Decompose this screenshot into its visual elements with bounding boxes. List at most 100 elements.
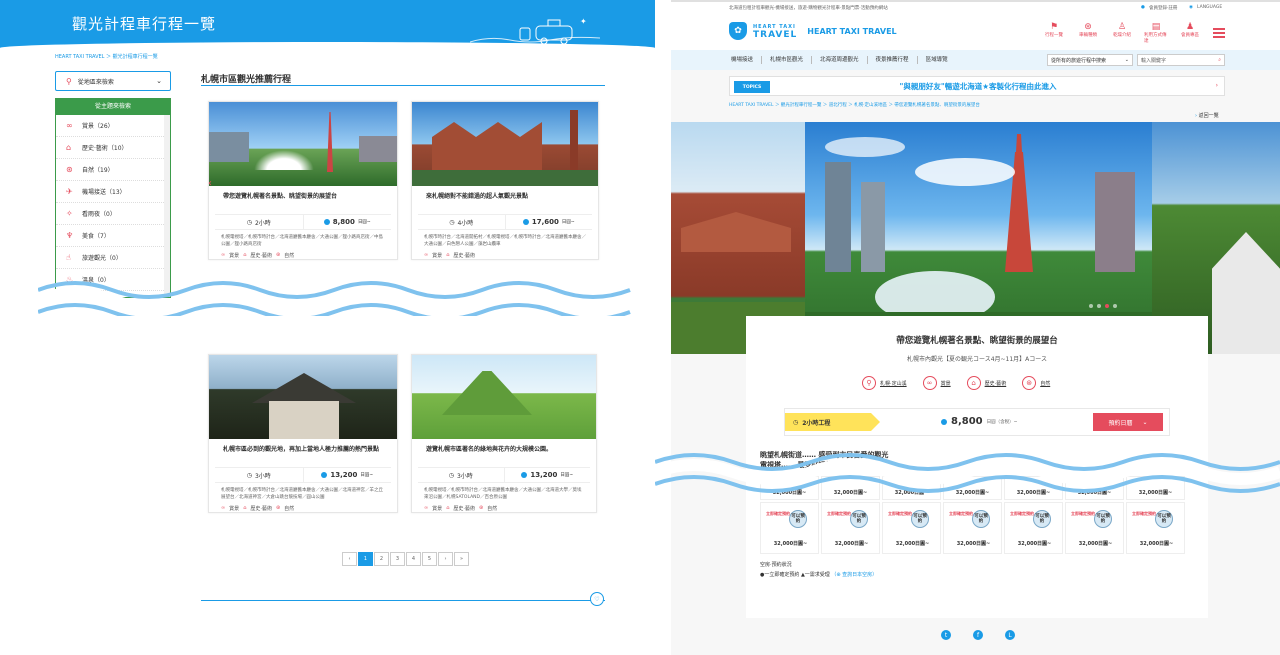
tour-search-select[interactable]: 從所有的旅遊行程中搜索 ⌄ — [1047, 54, 1133, 66]
top-bar: 北海道包租計程車觀光·機場接送，旅遊·購物觀光計程車·景點門票·活動預約網站 ●… — [671, 0, 1280, 14]
menu-icon[interactable] — [1213, 28, 1225, 38]
page-header: 觀光計程車行程一覽 ✦ — [0, 0, 655, 48]
calendar-day[interactable]: 32,000日圓~ — [882, 476, 941, 500]
available-badge: 可以預約 — [1155, 510, 1173, 528]
page-button[interactable]: 3 — [390, 552, 405, 566]
theme-filter-item[interactable]: ✧ 看雨夜（0） — [56, 203, 164, 225]
calendar-day[interactable]: 32,000日圓~ — [943, 476, 1002, 500]
binoculars-icon: ∞ — [221, 252, 226, 258]
tour-card[interactable]: 遊覽札幌市區著名的綠地與花卉的大規模公園。 ◷ 3小時 13,200 日圓~ 札幌電視… — [411, 354, 597, 513]
page-button[interactable]: 2 — [374, 552, 389, 566]
nav-how-to[interactable]: ▤ 利用方式傳達 — [1144, 22, 1168, 44]
tour-photo — [209, 102, 397, 186]
instant-confirm-label: 立即確定預約 — [1071, 511, 1095, 516]
calendar-legend: 空房·預約狀況 ●一立即確定預約 ▲一需求受理 （⊕ 查詢日本空房） — [760, 560, 877, 580]
search-icon[interactable]: ⌕ — [1218, 57, 1221, 63]
page-button[interactable]: 5 — [422, 552, 437, 566]
tour-card[interactable]: 帶您遊覽札幌著名景點、眺望街景的展望台 ◷ 2小時 8,800 日圓~ 札幌電視塔／札… — [208, 101, 398, 260]
nav-area[interactable]: 區域導覽 — [918, 56, 956, 64]
topics-banner[interactable]: TOPICS "與親朋好友"暢遊北海道★客製化行程由此進入 › — [729, 76, 1225, 96]
tour-card[interactable]: 札幌市區必到的觀光地，再加上當地人極力推薦的熱門景點 ◷ 3小時 13,200 日圓~… — [208, 354, 398, 513]
car-icon: ⊛ — [275, 252, 281, 258]
breadcrumb[interactable]: HEART TAXI TRAVEL ＞ 觀光計程車行程一覽 ＞ 道北行程 ＞ 札… — [729, 102, 980, 108]
nav-drivers[interactable]: ♙ 乾燥介紹 — [1110, 22, 1134, 44]
tour-card[interactable]: 來札幌絕對不能錯過的超人氣觀光景點 ◷ 4小時 17,600 日圓~ 札幌市時計台／北… — [411, 101, 599, 260]
calendar-day[interactable]: 32,000日圓~ — [1065, 476, 1124, 500]
calendar-day[interactable]: 立即確定預約 可以預約 32,000日圓~ — [1065, 502, 1124, 554]
nav-sapporo[interactable]: 札幌市區觀光 — [762, 56, 813, 64]
tour-tags: ∞ 賞景 ⌂ 歷史·藝術 — [412, 252, 598, 259]
page-button[interactable]: » — [454, 552, 469, 566]
theme-filter-item[interactable]: ⊛ 自然（19） — [56, 159, 164, 181]
tour-detail-page: 北海道包租計程車觀光·機場接送，旅遊·購物觀光計程車·景點門票·活動預約網站 ●… — [671, 0, 1280, 655]
yen-icon — [321, 472, 328, 478]
nav-tour-list[interactable]: ⚑ 行程一覽 — [1042, 22, 1066, 44]
region-dropdown-label: 從地區來檢索 — [77, 78, 114, 86]
tour-detail-card: 帶您遊覽札幌著名景點、眺望街景的展望台 札幌市內觀光【夏の観光コース4月~11月… — [746, 316, 1208, 618]
section-divider — [201, 85, 605, 86]
nav-airport[interactable]: 機場接送 — [723, 56, 763, 64]
calendar-day[interactable]: 立即確定預約 可以預約 32,000日圓~ — [1004, 502, 1063, 554]
theme-filter-label: 美食（7） — [82, 233, 110, 240]
day-price: 32,000日圓~ — [1017, 541, 1052, 547]
available-badge: 可以預約 — [850, 510, 868, 528]
calendar-day[interactable]: 32,000日圓~ — [821, 476, 880, 500]
theme-filter-item[interactable]: ♨ 溫泉（0） — [56, 269, 164, 291]
slide-dots[interactable] — [1089, 304, 1117, 308]
theme-tag[interactable]: 自然 — [1040, 380, 1050, 387]
theme-filter-item[interactable]: ⌂ 歷史·藝術（10） — [56, 137, 164, 159]
calendar-day[interactable]: 32,000日圓~ — [1126, 476, 1185, 500]
keyword-search-input[interactable]: 輸入關鍵字 ⌕ — [1137, 54, 1225, 66]
site-logo[interactable]: ✿ HEART TAXI TRAVEL HEART TAXI TRAVEL — [729, 22, 897, 40]
nav-label: 行程一覽 — [1045, 33, 1063, 38]
page-button[interactable]: 4 — [406, 552, 421, 566]
binoculars-icon: ∞ — [424, 505, 429, 511]
calendar-day[interactable]: 立即確定預約 可以預約 32,000日圓~ — [943, 502, 1002, 554]
carousel-prev-arrow[interactable]: ‹ — [205, 177, 215, 191]
tour-price: 13,200 — [530, 471, 558, 479]
calendar-day[interactable]: 32,000日圓~ — [760, 476, 819, 500]
theme-tag[interactable]: 賞景 — [941, 380, 951, 387]
nav-member[interactable]: ♟ 會員專區 — [1178, 22, 1202, 44]
breadcrumb[interactable]: HEART TAXI TRAVEL ＞ 觀光計程車行程一覽 — [55, 53, 158, 60]
theme-filter-item[interactable]: ✈ 機場接送（13） — [56, 181, 164, 203]
available-badge: 可以預約 — [972, 510, 990, 528]
calendar-day[interactable]: 32,000日圓~ — [1004, 476, 1063, 500]
page-button[interactable]: › — [438, 552, 453, 566]
theme-filter-item[interactable]: ∞ 賞景（26） — [56, 115, 164, 137]
login-link[interactable]: 會員登錄·註冊 — [1149, 5, 1177, 11]
legend-link[interactable]: （⊕ 查詢日本空房） — [831, 572, 877, 578]
tour-title: 帶您遊覽札幌著名景點、眺望街景的展望台 — [896, 336, 1058, 346]
tour-price: 17,600 — [531, 218, 559, 226]
reserve-calendar-button[interactable]: 預約日曆 ⌄ — [1093, 413, 1163, 431]
theme-tag[interactable]: 歷史·藝術 — [985, 380, 1007, 387]
area-tag[interactable]: 札幌·定山溪 — [880, 380, 907, 387]
page-button[interactable]: ‹ — [342, 552, 357, 566]
legend-text: ●一立即確定預約 ▲一需求受理 — [760, 572, 830, 578]
page-button[interactable]: 1 — [358, 552, 373, 566]
binoculars-icon: ∞ — [221, 505, 226, 511]
nav-night[interactable]: 夜景推薦行程 — [868, 56, 918, 64]
day-price: 32,000日圓~ — [773, 541, 808, 547]
chevron-down-icon: ⌄ — [156, 77, 162, 85]
line-icon[interactable]: L — [1005, 630, 1015, 640]
tag: 自然 — [487, 506, 498, 512]
region-dropdown[interactable]: ⚲ 從地區來檢索 ⌄ — [55, 71, 171, 91]
twitter-icon[interactable]: t — [941, 630, 951, 640]
language-link[interactable]: LANGUAGE — [1197, 5, 1222, 10]
calendar-day[interactable]: 立即確定預約 可以預約 32,000日圓~ — [882, 502, 941, 554]
nav-hokkaido[interactable]: 北海道周邊觀光 — [812, 56, 868, 64]
scrollbar[interactable] — [164, 115, 170, 297]
legend-title: 空房·預約狀況 — [760, 562, 792, 568]
nav-label: 會員專區 — [1181, 33, 1199, 38]
calendar-day[interactable]: 立即確定預約 可以預約 32,000日圓~ — [1126, 502, 1185, 554]
theme-filter-item[interactable]: ☝ 旅遊觀光（0） — [56, 247, 164, 269]
back-to-list-link[interactable]: › 返回一覽 — [1195, 112, 1219, 119]
yen-icon — [521, 472, 528, 478]
facebook-icon[interactable]: f — [973, 630, 983, 640]
nav-vehicles[interactable]: ⊛ 車輛種類 — [1076, 22, 1100, 44]
theme-filter-item[interactable]: ♆ 美食（7） — [56, 225, 164, 247]
calendar-day[interactable]: 立即確定預約 可以預約 32,000日圓~ — [821, 502, 880, 554]
museum-icon: ⌂ — [446, 505, 450, 511]
calendar-day[interactable]: 立即確定預約 可以預約 32,000日圓~ — [760, 502, 819, 554]
